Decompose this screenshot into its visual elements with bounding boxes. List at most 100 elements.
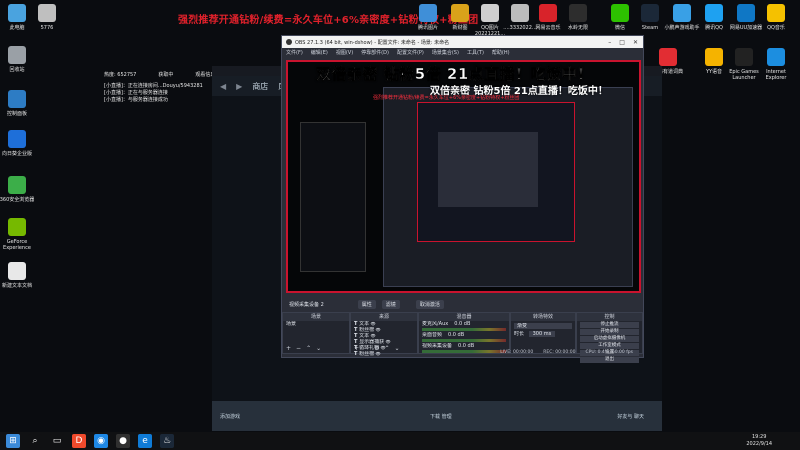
log-line: [小直播]：正在与服务器连接 <box>104 90 168 96</box>
app-icon <box>8 90 26 108</box>
desktop-shortcut[interactable]: 向日葵企业版 <box>0 130 37 157</box>
deactivate-button[interactable]: 取消激活 <box>415 300 444 309</box>
live-status: LIVE: 00:00:00 <box>500 350 534 355</box>
mixer-channel: 桌面音频 0.0 dB <box>419 332 509 338</box>
transitions-dock: 转场特效 渐变 时长 300 ms <box>510 312 576 354</box>
nested-overlay-title: 双倍亲密 钻粉5倍 21点直播！吃饭中！ <box>430 86 608 97</box>
filters-button[interactable]: 滤镜 <box>381 300 400 309</box>
sources-dock: 来源 T 文本 👁 T 粉丝榜 👁 T 文本 👁 T 显示器捕获 👁 T 循环礼物 👁 T… <box>350 312 418 357</box>
channel-name: 麦克风/Aux <box>422 321 449 327</box>
source-name: 视频采集设备 2 <box>289 302 324 308</box>
steam-icon[interactable]: ♨ <box>160 434 174 448</box>
volume-meter[interactable] <box>422 328 506 331</box>
visibility-icon[interactable]: 👁 <box>384 339 390 344</box>
menu-item[interactable]: 帮助(H) <box>492 49 510 56</box>
controls-dock: 控制 停止推流 开始录制 启动虚拟摄像机 工作室模式 设置 退出 <box>576 312 643 363</box>
controls-header: 控制 <box>577 313 642 321</box>
stat-heat: 热度: 652757 <box>104 72 137 78</box>
steam-footer: 添加游戏 下载 管理 好友与 聊天 <box>212 401 662 431</box>
visibility-icon[interactable]: 👁 <box>374 327 380 332</box>
app-icon <box>8 4 26 22</box>
controls-list: 停止推流 开始录制 启动虚拟摄像机 工作室模式 设置 退出 <box>577 322 642 363</box>
app-icon <box>8 176 26 194</box>
desktop-shortcut[interactable]: Internet Explorer <box>756 48 796 81</box>
clock[interactable]: 19:29 2022/9/14 <box>746 434 772 448</box>
search-icon[interactable]: ⌕ <box>28 434 42 448</box>
mixer-channel: 麦克风/Aux 0.0 dB <box>419 321 509 327</box>
back-icon[interactable]: ◀ <box>220 82 226 91</box>
app-icon <box>673 4 691 22</box>
channel-db: 0.0 dB <box>448 332 465 338</box>
edge-icon[interactable]: e <box>138 434 152 448</box>
app-icon <box>8 218 26 236</box>
app-icon <box>8 46 26 64</box>
mixer-header: 混音器 <box>419 313 509 321</box>
scenes-header: 场景 <box>283 313 349 321</box>
obs-icon[interactable]: ● <box>116 434 130 448</box>
menu-item[interactable]: 工具(T) <box>467 49 484 56</box>
forward-icon[interactable]: ▶ <box>236 82 242 91</box>
app-icon <box>767 48 785 66</box>
shortcut-label: 新建文本文档 <box>1 283 32 289</box>
app-icon <box>705 48 723 66</box>
channel-name: 桌面音频 <box>422 332 443 338</box>
desktop: 强烈推荐开通钻粉/续费=永久车位+6%亲密度+钻粉特权+粉丝团 此电脑 回收站 控制… <box>0 0 800 432</box>
scene-item[interactable]: 场景 <box>283 321 349 327</box>
friends-chat-button[interactable]: 好友与 聊天 <box>617 413 644 420</box>
scenes-dock: 场景 场景 + − ⌃ ⌄ <box>282 312 350 354</box>
obs-title: OBS 27.1.3 (64 bit, win-dshow) - 配置文件: 未… <box>295 39 450 46</box>
properties-button[interactable]: 属性 <box>357 300 376 309</box>
obs-statusbar: LIVE: 00:00:00 REC: 00:00:00 CPU: 0.4%, … <box>286 349 641 356</box>
desktop-shortcut[interactable]: GeForce Experience <box>0 218 37 251</box>
desktop-shortcut[interactable]: QQ音乐 <box>756 4 796 31</box>
desktop-shortcut[interactable]: 控制面板 <box>0 90 37 117</box>
nav-store[interactable]: 商店 <box>252 81 268 92</box>
menu-item[interactable]: 场景集合(S) <box>432 49 459 56</box>
downloads-button[interactable]: 下载 管理 <box>430 413 452 420</box>
close-icon[interactable]: ✕ <box>633 39 638 46</box>
app-icon <box>481 4 499 22</box>
overlay-title: 双倍亲密 钻粉5倍 21点直播！吃饭中！ <box>316 65 593 84</box>
desktop-shortcut[interactable]: 水岭无限 <box>558 4 598 31</box>
start-icon[interactable]: ⊞ <box>6 434 20 448</box>
transition-type[interactable]: 渐变 <box>514 323 572 329</box>
desktop-shortcut[interactable]: 新建文本文档 <box>0 262 37 289</box>
menu-item[interactable]: 编辑(E) <box>311 49 328 56</box>
shortcut-label: 控制面板 <box>6 111 27 117</box>
channel-db: 0.0 dB <box>454 321 471 327</box>
shortcut-label: 5776 <box>40 25 54 31</box>
app-icon <box>8 130 26 148</box>
control-button[interactable]: 停止推流 <box>580 322 639 328</box>
browser-icon[interactable]: ◉ <box>94 434 108 448</box>
app-icon <box>641 4 659 22</box>
menu-item[interactable]: 视图(V) <box>336 49 353 56</box>
menu-item[interactable]: 配置文件(P) <box>397 49 424 56</box>
control-button[interactable]: 开始录制 <box>580 329 639 335</box>
visibility-icon[interactable]: 👁 <box>369 321 375 326</box>
add-game-button[interactable]: 添加游戏 <box>220 413 240 420</box>
maximize-icon[interactable]: □ <box>619 39 625 46</box>
douyu-icon[interactable]: D <box>72 434 86 448</box>
control-button[interactable]: 退出 <box>580 357 639 363</box>
desktop-shortcut[interactable]: 5776 <box>27 4 67 31</box>
clock-date: 2022/9/14 <box>746 441 772 447</box>
steam-log-panel: 热度: 652757 获取中 观看信息: 324 [小直播]：正在连接房间...… <box>104 72 228 104</box>
obs-window[interactable]: OBS 27.1.3 (64 bit, win-dshow) - 配置文件: 未… <box>281 35 644 363</box>
obs-logo-icon <box>286 39 292 45</box>
volume-meter[interactable] <box>422 339 506 342</box>
obs-preview[interactable]: 强烈推荐开通钻粉/续费=永久车位+6%亲密度+钻粉特权+粉丝团 双倍亲密 钻粉5… <box>286 60 641 293</box>
task-view-icon[interactable]: ▭ <box>50 434 64 448</box>
taskbar: ⊞ ⌕ ▭ D ◉ ● e ♨ 19:29 2022/9/14 <box>0 432 800 450</box>
visibility-icon[interactable]: 👁 <box>369 333 375 338</box>
desktop-shortcut[interactable]: 回收站 <box>0 46 37 73</box>
minimize-icon[interactable]: – <box>608 39 611 46</box>
clock-time: 19:29 <box>751 434 767 440</box>
menu-item[interactable]: 停靠部件(D) <box>361 49 389 56</box>
app-icon <box>705 4 723 22</box>
shortcut-label: Internet Explorer <box>765 69 787 81</box>
sources-header: 来源 <box>351 313 417 321</box>
desktop-shortcut[interactable]: 360安全浏览器 <box>0 176 37 203</box>
menu-item[interactable]: 文件(F) <box>286 49 303 56</box>
control-button[interactable]: 启动虚拟摄像机 <box>580 336 639 342</box>
duration-value[interactable]: 300 ms <box>528 331 556 337</box>
